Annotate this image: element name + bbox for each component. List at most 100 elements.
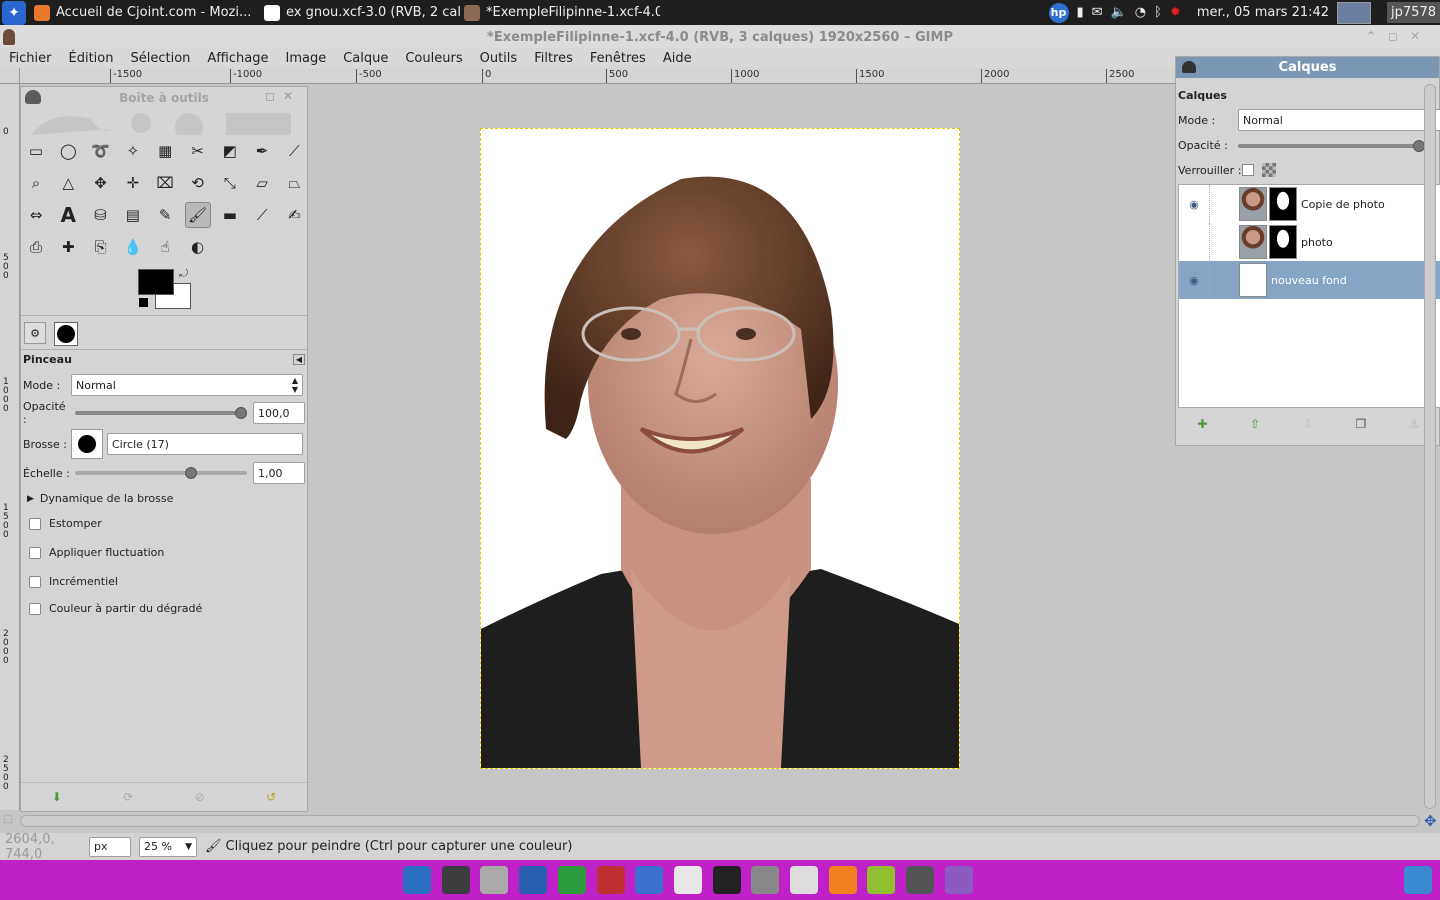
maximize-icon[interactable]: ◻ [1388, 29, 1410, 43]
opacity-slider-knob[interactable] [235, 407, 247, 419]
calc-icon[interactable] [557, 866, 586, 894]
writer-icon[interactable] [519, 866, 548, 894]
eraser-icon[interactable]: ▬ [217, 202, 243, 228]
pencil-icon[interactable]: ✎ [152, 202, 178, 228]
taskbar-task[interactable]: *ExempleFilipinne-1.xcf-4.0 ... [460, 0, 660, 25]
color-picker-icon[interactable]: ⟋ [281, 138, 307, 164]
globe-icon[interactable] [635, 866, 664, 894]
checkbox[interactable] [29, 546, 41, 559]
blur-icon[interactable]: 💧 [120, 234, 146, 260]
option-checkbox-row[interactable]: Couleur à partir du dégradé [23, 602, 202, 615]
float-icon[interactable]: ◻ [265, 89, 283, 103]
mail-icon[interactable] [673, 866, 702, 894]
mail-icon[interactable]: ✉ [1092, 5, 1103, 20]
mode-select[interactable]: Normal ▲ ▼ [71, 374, 303, 396]
store-icon[interactable] [828, 866, 857, 894]
unit-select[interactable]: px [89, 836, 131, 857]
ink-icon[interactable]: ✍ [281, 202, 307, 228]
bluetooth-icon[interactable]: ᛒ [1154, 5, 1162, 20]
shear-icon[interactable]: ▱ [249, 170, 275, 196]
heal-icon[interactable]: ✚ [55, 234, 81, 260]
layer-row[interactable]: ◉ Copie de photo [1179, 185, 1440, 223]
terminal-icon[interactable] [712, 866, 741, 894]
save-options-icon[interactable]: ⬇ [52, 790, 62, 804]
tab-brushes[interactable] [54, 322, 78, 346]
vertical-ruler[interactable]: 0 5 0 0 1 0 0 0 1 5 0 0 2 0 0 0 2 5 0 0 [0, 84, 20, 810]
airbrush-icon[interactable]: ⟋ [249, 202, 275, 228]
user-name[interactable]: jp7578 [1387, 2, 1440, 23]
zoom-select[interactable]: 25 % ▼ [139, 836, 197, 857]
system-menu-icon[interactable]: ✦ [2, 0, 26, 25]
taskbar-task[interactable]: ex gnou.xcf-3.0 (RVB, 2 calq... [260, 0, 460, 25]
tab-tool-options[interactable]: ⚙ [24, 322, 46, 344]
raise-layer-icon[interactable]: ⇧ [1250, 417, 1260, 431]
music-icon[interactable] [867, 866, 896, 894]
option-checkbox-row[interactable]: Estomper [23, 517, 102, 530]
menu-item[interactable]: Édition [69, 51, 114, 66]
taskbar-task[interactable]: Accueil de Cjoint.com - Mozi... [30, 0, 260, 25]
image-canvas[interactable] [480, 128, 960, 769]
default-colors-icon[interactable] [139, 298, 148, 307]
clock[interactable]: mer., 05 mars 21:42 [1197, 5, 1329, 20]
menu-item[interactable]: Image [285, 51, 326, 66]
menu-item[interactable]: Couleurs [405, 51, 462, 66]
gradient-icon[interactable]: ▤ [120, 202, 146, 228]
link-toggle-icon[interactable] [1209, 185, 1239, 223]
layer-opacity-slider[interactable] [1238, 139, 1425, 152]
zoom-icon[interactable]: ⌕ [23, 170, 49, 196]
eye-icon[interactable]: ◉ [1179, 198, 1209, 211]
restore-options-icon[interactable]: ⟳ [123, 790, 133, 804]
foreground-color-swatch[interactable] [138, 269, 174, 295]
swap-colors-icon[interactable]: ⤾ [179, 267, 188, 281]
bucket-fill-icon[interactable]: ⛁ [88, 202, 114, 228]
menu-item[interactable]: Aide [663, 51, 692, 66]
layer-mode-select[interactable]: Normal [1238, 109, 1440, 131]
toolbox-close-icon[interactable]: ✕ [283, 89, 301, 103]
option-checkbox-row[interactable]: Appliquer fluctuation [23, 546, 164, 559]
close-icon[interactable]: ✕ [1410, 29, 1432, 43]
perspective-icon[interactable]: ⏢ [281, 170, 307, 196]
menu-item[interactable]: Affichage [207, 51, 268, 66]
scale-input[interactable]: 1,00 [253, 462, 305, 484]
pdf-icon[interactable] [596, 866, 625, 894]
menu-item[interactable]: Outils [480, 51, 518, 66]
lock-pixels-checkbox[interactable] [1242, 164, 1254, 176]
magic-wand-icon[interactable]: ✧ [120, 138, 146, 164]
battery-icon[interactable]: ▮ [1077, 5, 1084, 20]
ellipse-select-icon[interactable]: ◯ [55, 138, 81, 164]
hp-icon[interactable]: hp [1048, 2, 1069, 23]
checkbox[interactable] [29, 575, 41, 588]
user-avatar[interactable] [1337, 1, 1372, 24]
search-icon[interactable] [790, 866, 818, 894]
reset-options-icon[interactable]: ↺ [266, 790, 276, 804]
lock-alpha-icon[interactable] [1262, 163, 1276, 177]
navigate-icon[interactable]: ✥ [1424, 812, 1437, 830]
ruler-corner[interactable] [0, 68, 20, 84]
layer-row[interactable]: ◉ nouveau fond [1179, 261, 1440, 299]
color-select-icon[interactable]: ▦ [152, 138, 178, 164]
quick-mask-icon[interactable]: ⬚ [3, 814, 12, 825]
perspective-clone-icon[interactable]: ⎘ [88, 234, 114, 260]
eye-icon[interactable]: ◉ [1179, 274, 1209, 287]
settings-icon[interactable] [944, 866, 973, 894]
crop-icon[interactable]: ⌧ [152, 170, 178, 196]
scale-icon[interactable]: ⤡ [217, 170, 243, 196]
rect-select-icon[interactable]: ▭ [23, 138, 49, 164]
layer-row[interactable]: photo [1179, 223, 1440, 261]
minimize-icon[interactable]: ⌃ [1366, 29, 1388, 43]
menu-item[interactable]: Sélection [130, 51, 190, 66]
dodge-burn-icon[interactable]: ◐ [185, 234, 211, 260]
smudge-icon[interactable]: ☝ [152, 234, 178, 260]
desktop-icon[interactable] [403, 866, 431, 894]
new-layer-icon[interactable]: ✚ [1197, 417, 1207, 431]
brush-preview[interactable] [71, 429, 103, 459]
update-alert-icon[interactable]: ✹ [1170, 5, 1181, 20]
opacity-slider[interactable] [75, 407, 247, 419]
calculator-icon[interactable] [441, 866, 470, 894]
align-icon[interactable]: ✛ [120, 170, 146, 196]
flip-icon[interactable]: ⇔ [23, 202, 49, 228]
link-toggle-icon[interactable] [1209, 261, 1239, 299]
options-menu-icon[interactable]: ◀ [292, 354, 305, 365]
delete-options-icon[interactable]: ⊘ [195, 790, 205, 804]
foreground-select-icon[interactable]: ◩ [217, 138, 243, 164]
